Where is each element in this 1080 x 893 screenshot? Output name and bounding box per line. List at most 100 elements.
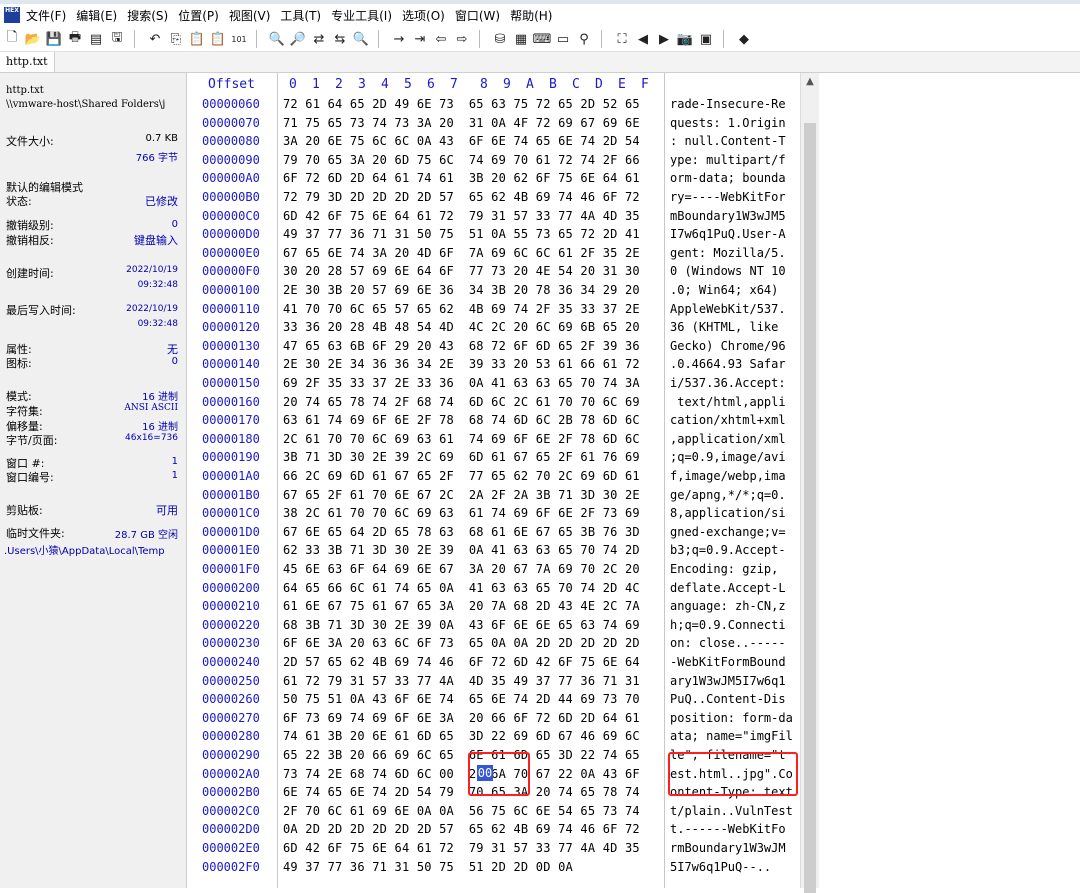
row-ascii[interactable]: orm-data; bounda: [670, 169, 786, 188]
row-ascii[interactable]: t.------WebKitFo: [670, 820, 786, 839]
row-hex-bytes[interactable]: 73 74 2E 68 74 6D 6C 00 2E 6A 70 67 22 0…: [283, 765, 640, 784]
row-ascii[interactable]: ge/apng,*/*;q=0.: [670, 486, 786, 505]
row-ascii[interactable]: .0.4664.93 Safar: [670, 355, 786, 374]
row-ascii[interactable]: 36 (KHTML, like: [670, 318, 786, 337]
row-hex-bytes[interactable]: 61 6E 67 75 61 67 65 3A 20 7A 68 2D 43 4…: [283, 597, 640, 616]
row-hex-bytes[interactable]: 2C 61 70 70 6C 69 63 61 74 69 6F 6E 2F 7…: [283, 430, 640, 449]
row-hex-bytes[interactable]: 41 70 70 6C 65 57 65 62 4B 69 74 2F 35 3…: [283, 300, 640, 319]
row-hex-bytes[interactable]: 47 65 63 6B 6F 29 20 43 68 72 6F 6D 65 2…: [283, 337, 640, 356]
row-hex-bytes[interactable]: 67 6E 65 64 2D 65 78 63 68 61 6E 67 65 3…: [283, 523, 640, 542]
menu-file[interactable]: 文件(F): [26, 7, 66, 24]
calculator-icon[interactable]: ⌨: [533, 30, 552, 48]
row-ascii[interactable]: quests: 1.Origin: [670, 114, 786, 133]
row-ascii[interactable]: 8,application/si: [670, 504, 786, 523]
row-ascii[interactable]: gent: Mozilla/5.: [670, 244, 786, 263]
row-ascii[interactable]: ype: multipart/f: [670, 151, 786, 170]
menu-edit[interactable]: 编辑(E): [76, 7, 117, 24]
row-ascii[interactable]: t/plain..VulnTest: [670, 802, 793, 821]
row-ascii[interactable]: mBoundary1W3wJM5: [670, 207, 786, 226]
data-interpreter-icon[interactable]: ▭: [554, 30, 572, 48]
row-hex-bytes[interactable]: 67 65 6E 74 3A 20 4D 6F 7A 69 6C 6C 61 2…: [283, 244, 640, 263]
row-ascii[interactable]: anguage: zh-CN,z: [670, 597, 786, 616]
back-icon[interactable]: ⇦: [432, 30, 450, 48]
row-ascii[interactable]: text/html,appli: [670, 393, 785, 412]
scroll-thumb[interactable]: [804, 123, 816, 893]
row-ascii[interactable]: deflate.Accept-L: [670, 579, 786, 598]
row-hex-bytes[interactable]: 79 70 65 3A 20 6D 75 6C 74 69 70 61 72 7…: [283, 151, 640, 170]
row-hex-bytes[interactable]: 72 61 64 65 2D 49 6E 73 65 63 75 72 65 2…: [283, 95, 640, 114]
row-hex-bytes[interactable]: 0A 2D 2D 2D 2D 2D 2D 57 65 62 4B 69 74 4…: [283, 820, 640, 839]
row-ascii[interactable]: Gecko) Chrome/96: [670, 337, 786, 356]
row-ascii[interactable]: ata; name="imgFil: [670, 727, 793, 746]
menu-window[interactable]: 窗口(W): [455, 7, 500, 24]
magnifier-icon[interactable]: ⚲: [575, 30, 593, 48]
camera-icon[interactable]: 📷: [676, 30, 694, 48]
goto-offset-icon[interactable]: →: [390, 30, 408, 48]
tab-http-txt[interactable]: http.txt: [0, 52, 55, 72]
row-ascii[interactable]: Encoding: gzip,: [670, 560, 786, 579]
row-ascii[interactable]: h;q=0.9.Connecti: [670, 616, 786, 635]
analysis-icon[interactable]: ⛶: [613, 30, 631, 48]
paste-special-icon[interactable]: 📋: [209, 30, 227, 48]
copy-icon[interactable]: ⎘: [167, 30, 185, 48]
row-hex-bytes[interactable]: 61 72 79 31 57 33 77 4A 4D 35 49 37 77 3…: [283, 672, 640, 691]
open-disk-icon[interactable]: 🖫: [108, 30, 126, 48]
menu-position[interactable]: 位置(P): [178, 7, 219, 24]
row-hex-bytes[interactable]: 6D 42 6F 75 6E 64 61 72 79 31 57 33 77 4…: [283, 207, 640, 226]
menu-search[interactable]: 搜索(S): [127, 7, 168, 24]
row-hex-bytes[interactable]: 38 2C 61 70 70 6C 69 63 61 74 69 6F 6E 2…: [283, 504, 640, 523]
ram-editor-icon[interactable]: ▦: [512, 30, 530, 48]
row-ascii[interactable]: .0; Win64; x64): [670, 281, 786, 300]
row-ascii[interactable]: -WebKitFormBound: [670, 653, 786, 672]
scroll-up-arrow-icon[interactable]: ▲: [801, 73, 819, 91]
disk-editor-icon[interactable]: ⛁: [491, 30, 509, 48]
row-hex-bytes[interactable]: 6D 42 6F 75 6E 64 61 72 79 31 57 33 77 4…: [283, 839, 640, 858]
row-hex-bytes[interactable]: 2F 70 6C 61 69 6E 0A 0A 56 75 6C 6E 54 6…: [283, 802, 640, 821]
row-ascii[interactable]: : null.Content-T: [670, 132, 786, 151]
row-hex-bytes[interactable]: 69 2F 35 33 37 2E 33 36 0A 41 63 63 65 7…: [283, 374, 640, 393]
menu-help[interactable]: 帮助(H): [510, 7, 552, 24]
row-hex-bytes[interactable]: 72 79 3D 2D 2D 2D 2D 57 65 62 4B 69 74 4…: [283, 188, 640, 207]
row-ascii[interactable]: 5I7w6q1PuQ--..: [670, 858, 771, 877]
save-icon[interactable]: 💾: [45, 30, 63, 48]
vertical-scrollbar[interactable]: ▲: [800, 73, 819, 893]
row-ascii[interactable]: rade-Insecure-Re: [670, 95, 786, 114]
next-icon[interactable]: ▶: [655, 30, 673, 48]
row-ascii[interactable]: cation/xhtml+xml: [670, 411, 786, 430]
row-ascii[interactable]: f,image/webp,ima: [670, 467, 786, 486]
row-hex-bytes[interactable]: 49 37 77 36 71 31 50 75 51 2D 2D 0D 0A: [283, 858, 573, 877]
row-hex-bytes[interactable]: 49 37 77 36 71 31 50 75 51 0A 55 73 65 7…: [283, 225, 640, 244]
undo-icon[interactable]: ↶: [146, 30, 164, 48]
row-ascii[interactable]: I7w6q1PuQ.User-A: [670, 225, 786, 244]
forward-icon[interactable]: ⇨: [453, 30, 471, 48]
row-ascii[interactable]: 0 (Windows NT 10: [670, 262, 786, 281]
row-ascii[interactable]: rmBoundary1W3wJM: [670, 839, 786, 858]
row-hex-bytes[interactable]: 65 22 3B 20 66 69 6C 65 6E 61 6D 65 3D 2…: [283, 746, 640, 765]
row-hex-bytes[interactable]: 66 2C 69 6D 61 67 65 2F 77 65 62 70 2C 6…: [283, 467, 640, 486]
menu-options[interactable]: 选项(O): [402, 7, 445, 24]
find-hex-icon[interactable]: 🔎: [289, 30, 307, 48]
bookmark-icon[interactable]: ◆: [735, 30, 753, 48]
row-ascii[interactable]: ary1W3wJM5I7w6q1: [670, 672, 786, 691]
row-ascii[interactable]: b3;q=0.9.Accept-: [670, 541, 786, 560]
row-hex-bytes[interactable]: 20 74 65 78 74 2F 68 74 6D 6C 2C 61 70 7…: [283, 393, 640, 412]
row-hex-bytes[interactable]: 3A 20 6E 75 6C 6C 0A 43 6F 6E 74 65 6E 7…: [283, 132, 640, 151]
row-hex-bytes[interactable]: 50 75 51 0A 43 6F 6E 74 65 6E 74 2D 44 6…: [283, 690, 640, 709]
copy-hex-icon[interactable]: 101: [230, 30, 248, 48]
row-hex-bytes[interactable]: 71 75 65 73 74 73 3A 20 31 0A 4F 72 69 6…: [283, 114, 640, 133]
row-ascii[interactable]: i/537.36.Accept:: [670, 374, 786, 393]
menu-tools[interactable]: 工具(T): [280, 7, 321, 24]
row-hex-bytes[interactable]: 2D 57 65 62 4B 69 74 46 6F 72 6D 42 6F 7…: [283, 653, 640, 672]
paste-icon[interactable]: 📋: [188, 30, 206, 48]
menu-view[interactable]: 视图(V): [229, 7, 271, 24]
row-hex-bytes[interactable]: 45 6E 63 6F 64 69 6E 67 3A 20 67 7A 69 7…: [283, 560, 640, 579]
row-hex-bytes[interactable]: 74 61 3B 20 6E 61 6D 65 3D 22 69 6D 67 4…: [283, 727, 640, 746]
replace-icon[interactable]: ⇄: [310, 30, 328, 48]
row-ascii[interactable]: AppleWebKit/537.: [670, 300, 786, 319]
previous-icon[interactable]: ◀: [634, 30, 652, 48]
row-hex-bytes[interactable]: 3B 71 3D 30 2E 39 2C 69 6D 61 67 65 2F 6…: [283, 448, 640, 467]
row-hex-bytes[interactable]: 63 61 74 69 6F 6E 2F 78 68 74 6D 6C 2B 7…: [283, 411, 640, 430]
row-hex-bytes[interactable]: 6F 73 69 74 69 6F 6E 3A 20 66 6F 72 6D 2…: [283, 709, 640, 728]
row-hex-bytes[interactable]: 30 20 28 57 69 6E 64 6F 77 73 20 4E 54 2…: [283, 262, 640, 281]
row-hex-bytes[interactable]: 6F 6E 3A 20 63 6C 6F 73 65 0A 0A 2D 2D 2…: [283, 634, 640, 653]
